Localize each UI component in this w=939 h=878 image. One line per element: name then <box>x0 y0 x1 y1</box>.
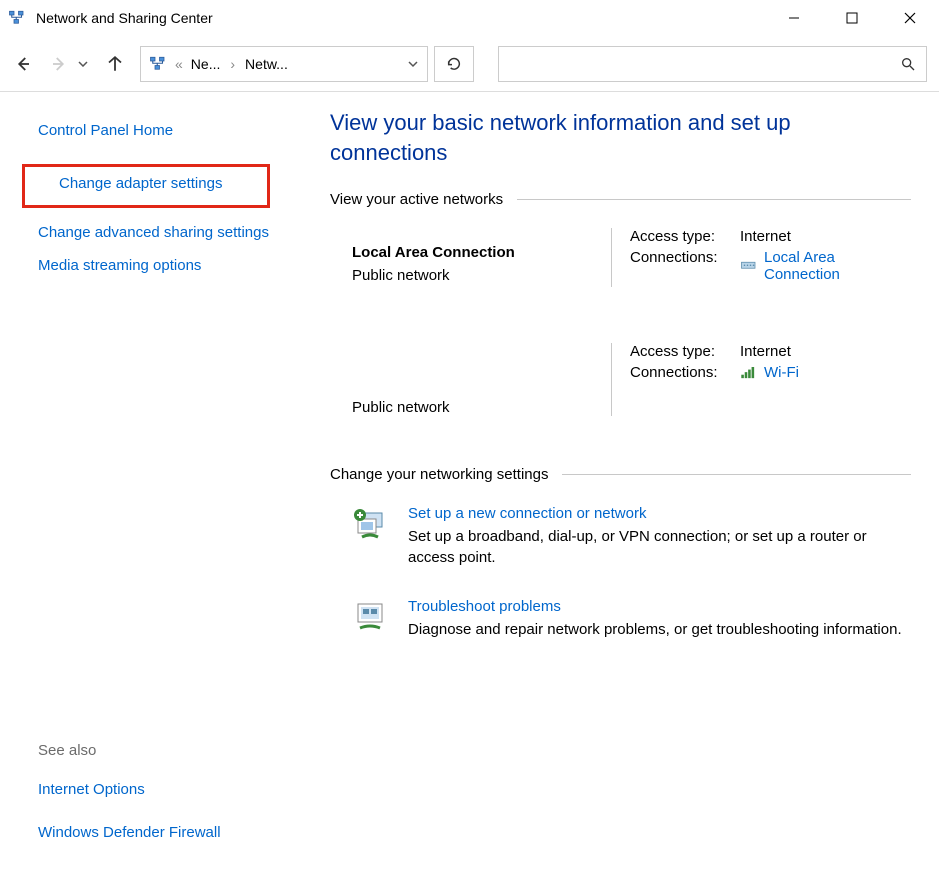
new-connection-icon <box>352 505 392 545</box>
connection-link[interactable]: Wi-Fi <box>764 364 799 381</box>
up-button[interactable] <box>104 53 126 75</box>
access-type-label: Access type: <box>630 228 740 245</box>
windows-defender-firewall-link[interactable]: Windows Defender Firewall <box>38 816 310 850</box>
address-icon <box>149 55 167 73</box>
network-left: Local Area Connection Public network <box>352 228 611 287</box>
maximize-button[interactable] <box>823 0 881 36</box>
breadcrumb-overflow-icon[interactable]: « <box>175 56 183 72</box>
troubleshoot-link[interactable]: Troubleshoot problems <box>408 598 902 615</box>
search-icon <box>900 56 916 72</box>
network-name: Local Area Connection <box>352 244 611 261</box>
network-row: Public network Access type: Internet Con… <box>330 337 911 426</box>
breadcrumb-segment-1[interactable]: Ne... <box>191 56 221 72</box>
change-settings-header: Change your networking settings <box>330 466 911 483</box>
connections-label: Connections: <box>630 364 740 381</box>
close-button[interactable] <box>881 0 939 36</box>
setup-connection-link[interactable]: Set up a new connection or network <box>408 505 911 522</box>
address-bar[interactable]: « Ne... › Netw... <box>140 46 428 82</box>
troubleshoot-desc: Diagnose and repair network problems, or… <box>408 621 902 638</box>
refresh-button[interactable] <box>434 46 474 82</box>
access-type-value: Internet <box>740 228 911 245</box>
change-advanced-sharing-link[interactable]: Change advanced sharing settings <box>0 216 310 250</box>
app-icon <box>8 9 26 27</box>
see-also-block: See also Internet Options Windows Defend… <box>0 742 310 861</box>
network-type: Public network <box>352 267 611 284</box>
forward-button[interactable] <box>48 53 70 75</box>
change-adapter-settings-link[interactable]: Change adapter settings <box>22 164 270 208</box>
section-header-text: View your active networks <box>330 191 503 208</box>
network-details: Access type: Internet Connections: Wi-Fi <box>611 343 911 416</box>
sidebar: Control Panel Home Change adapter settin… <box>0 92 310 878</box>
wifi-signal-icon <box>740 367 758 379</box>
search-box[interactable] <box>498 46 927 82</box>
back-button[interactable] <box>12 53 34 75</box>
minimize-button[interactable] <box>765 0 823 36</box>
troubleshoot-icon <box>352 598 392 638</box>
header-separator <box>562 474 911 475</box>
connection-link[interactable]: Local Area Connection <box>764 249 911 283</box>
chevron-right-icon: › <box>230 56 235 72</box>
see-also-label: See also <box>38 742 310 759</box>
active-networks-header: View your active networks <box>330 191 911 208</box>
header-separator <box>517 199 911 200</box>
access-type-value: Internet <box>740 343 911 360</box>
internet-options-link[interactable]: Internet Options <box>38 773 310 807</box>
toolbar: « Ne... › Netw... <box>0 36 939 92</box>
setting-item: Set up a new connection or network Set u… <box>330 497 911 580</box>
title-bar: Network and Sharing Center <box>0 0 939 36</box>
main-content: View your basic network information and … <box>310 92 939 878</box>
media-streaming-options-link[interactable]: Media streaming options <box>0 249 310 283</box>
setup-connection-desc: Set up a broadband, dial-up, or VPN conn… <box>408 528 867 566</box>
network-type: Public network <box>352 359 611 416</box>
page-title: View your basic network information and … <box>330 108 890 167</box>
network-left: Public network <box>352 343 611 416</box>
window-title: Network and Sharing Center <box>36 10 765 26</box>
access-type-label: Access type: <box>630 343 740 360</box>
connections-label: Connections: <box>630 249 740 266</box>
network-details: Access type: Internet Connections: Local… <box>611 228 911 287</box>
control-panel-home-link[interactable]: Control Panel Home <box>0 114 310 148</box>
body: Control Panel Home Change adapter settin… <box>0 92 939 878</box>
section-header-text: Change your networking settings <box>330 466 548 483</box>
nav-history-dropdown[interactable] <box>76 61 90 67</box>
lan-icon <box>740 260 758 272</box>
breadcrumb-segment-2[interactable]: Netw... <box>245 56 288 72</box>
network-row: Local Area Connection Public network Acc… <box>330 222 911 297</box>
address-dropdown-icon[interactable] <box>407 60 419 68</box>
setting-item: Troubleshoot problems Diagnose and repai… <box>330 590 911 652</box>
